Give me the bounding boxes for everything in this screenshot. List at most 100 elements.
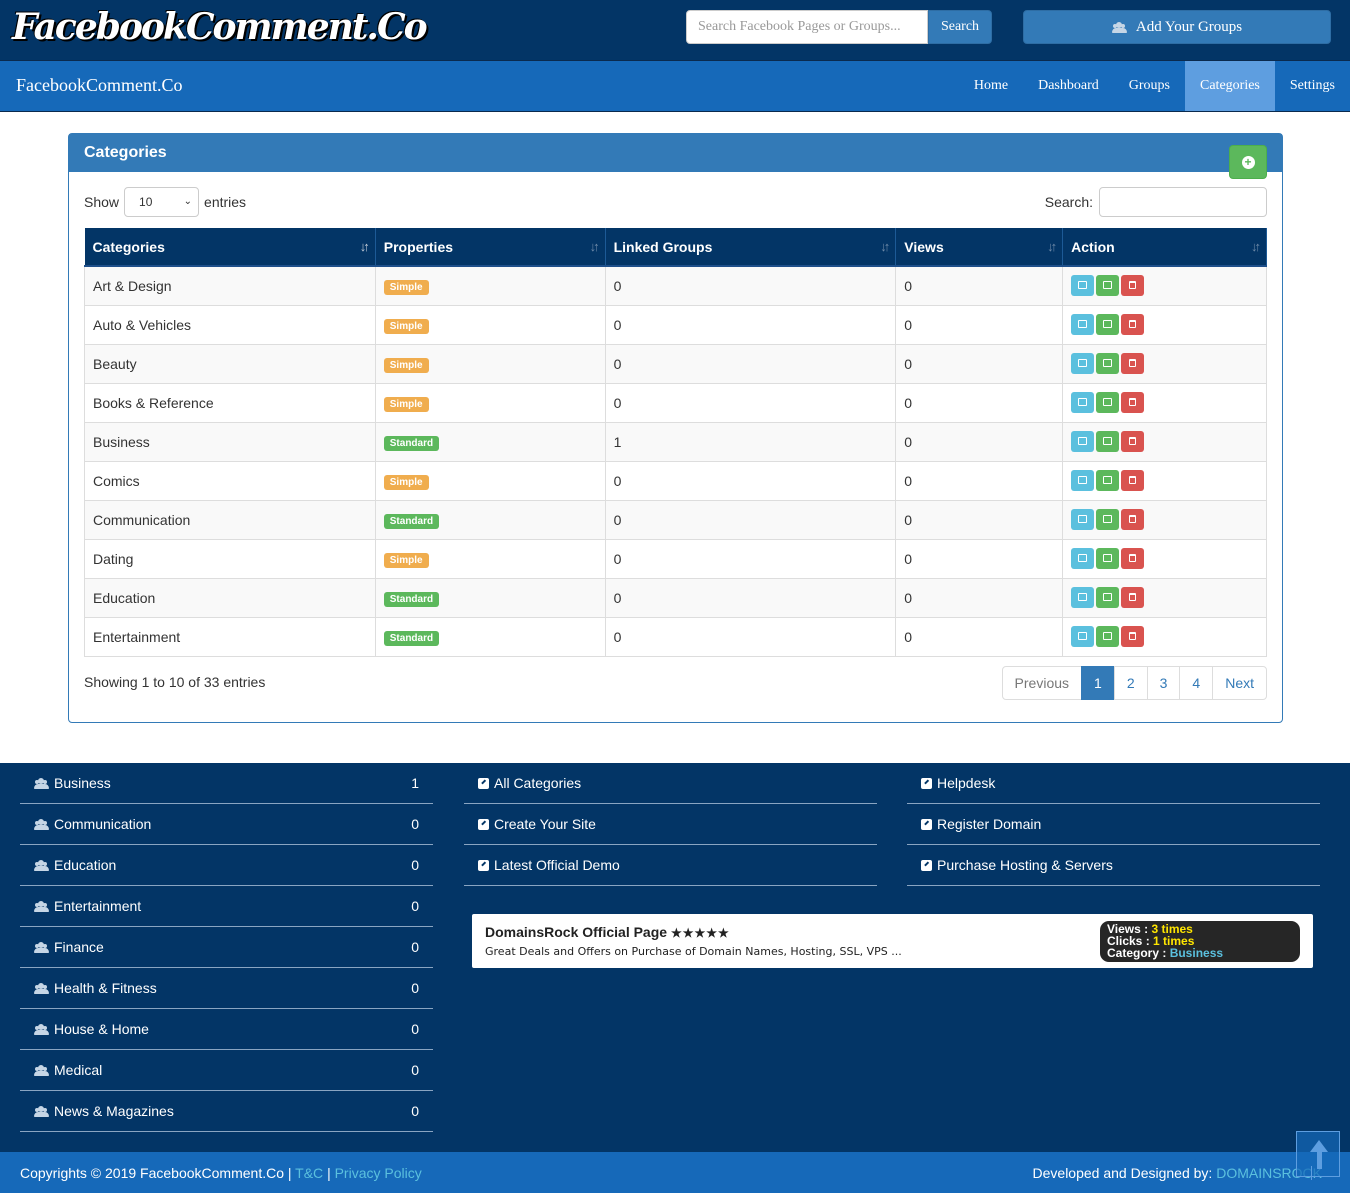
footer-group-item[interactable]: Health & Fitness 0 — [20, 968, 433, 1009]
delete-button[interactable] — [1121, 392, 1145, 413]
view-button[interactable] — [1071, 587, 1095, 608]
edit-button[interactable] — [1096, 353, 1120, 374]
scroll-to-top-icon[interactable] — [1296, 1131, 1340, 1177]
nav-dashboard[interactable]: Dashboard — [1023, 61, 1114, 111]
linked-groups: 0 — [604, 304, 897, 345]
tc-link[interactable]: T&C — [295, 1165, 323, 1181]
footer-group-item[interactable]: Entertainment 0 — [20, 886, 433, 927]
view-button[interactable] — [1071, 626, 1095, 647]
footer-link[interactable]: Latest Official Demo — [464, 845, 877, 886]
table-row: Art & Design Simple 0 0 — [84, 265, 1267, 306]
footer-link[interactable]: Create Your Site — [464, 804, 877, 845]
edit-button[interactable] — [1096, 314, 1120, 335]
delete-button[interactable] — [1121, 509, 1145, 530]
folder-open-icon — [1078, 515, 1088, 523]
page-3[interactable]: 3 — [1146, 666, 1181, 700]
column-header-views[interactable]: Views ↓↑ — [895, 228, 1064, 267]
row-actions — [1062, 343, 1267, 384]
delete-button[interactable] — [1121, 431, 1145, 452]
view-button[interactable] — [1071, 275, 1095, 297]
edit-button[interactable] — [1096, 509, 1120, 530]
navbar-brand[interactable]: FacebookComment.Co — [16, 75, 182, 96]
footer-group-item[interactable]: Communication 0 — [20, 804, 433, 845]
users-icon — [34, 1064, 49, 1076]
footer-group-item[interactable]: Medical 0 — [20, 1050, 433, 1091]
delete-button[interactable] — [1121, 626, 1145, 647]
featured-page-card[interactable]: DomainsRock Official Page ★★★★★ Great De… — [472, 914, 1313, 968]
page-previous[interactable]: Previous — [1001, 666, 1083, 700]
footer-link[interactable]: All Categories — [464, 763, 877, 804]
page-next[interactable]: Next — [1212, 666, 1267, 700]
view-button[interactable] — [1071, 548, 1095, 569]
table-header-row: Categories ↓↑ Properties ↓↑ Linked Groups ↓↑ V… — [84, 228, 1267, 267]
footer-group-item[interactable]: Education 0 — [20, 845, 433, 886]
footer-group-item[interactable]: News & Magazines 0 — [20, 1091, 433, 1132]
group-count: 0 — [411, 857, 419, 873]
footer-group-item[interactable]: Business 1 — [20, 763, 433, 804]
nav-groups[interactable]: Groups — [1114, 61, 1185, 111]
column-header-linked-groups[interactable]: Linked Groups ↓↑ — [605, 228, 897, 267]
footer-link[interactable]: Register Domain — [907, 804, 1320, 845]
column-header-categories[interactable]: Categories ↓↑ — [84, 228, 376, 267]
footer-group-item[interactable]: Finance 0 — [20, 927, 433, 968]
nav-settings[interactable]: Settings — [1275, 61, 1350, 111]
view-button[interactable] — [1071, 392, 1095, 413]
column-header-action[interactable]: Action ↓↑ — [1062, 228, 1267, 267]
view-button[interactable] — [1071, 431, 1095, 452]
category-properties: Standard — [374, 577, 606, 618]
row-actions — [1062, 304, 1267, 345]
delete-button[interactable] — [1121, 275, 1145, 297]
search-button[interactable]: Search — [928, 10, 992, 44]
edit-button[interactable] — [1096, 587, 1120, 608]
category-properties: Simple — [374, 538, 606, 579]
card-stats: Views : 3 times Clicks : 1 times Categor… — [1100, 921, 1300, 962]
site-logo[interactable]: FacebookComment.Co — [12, 6, 428, 48]
page-1[interactable]: 1 — [1081, 666, 1115, 700]
edit-button[interactable] — [1096, 626, 1120, 647]
page-4[interactable]: 4 — [1179, 666, 1214, 700]
views: 0 — [895, 577, 1064, 618]
delete-button[interactable] — [1121, 314, 1145, 335]
delete-button[interactable] — [1121, 587, 1145, 608]
add-your-groups-button[interactable]: Add Your Groups — [1023, 10, 1331, 44]
footer-link[interactable]: Purchase Hosting & Servers — [907, 845, 1320, 886]
delete-button[interactable] — [1121, 548, 1145, 569]
entries-select[interactable]: 10 ⌄ — [124, 187, 200, 217]
column-header-properties[interactable]: Properties ↓↑ — [375, 228, 606, 267]
copyright: Copyrights © 2019 FacebookComment.Co | T… — [20, 1165, 422, 1181]
users-icon — [34, 818, 49, 830]
views: 0 — [895, 421, 1064, 462]
group-name: Health & Fitness — [54, 980, 157, 996]
group-name: Business — [54, 775, 111, 791]
view-button[interactable] — [1071, 314, 1095, 335]
linked-groups: 0 — [604, 460, 897, 501]
dev-label: Developed and Designed by: — [1032, 1165, 1213, 1181]
delete-button[interactable] — [1121, 470, 1145, 491]
table-search-input[interactable] — [1099, 187, 1267, 217]
table-row: Education Standard 0 0 — [84, 577, 1267, 618]
view-button[interactable] — [1071, 353, 1095, 374]
footer-link[interactable]: Helpdesk — [907, 763, 1320, 804]
edit-button[interactable] — [1096, 470, 1120, 491]
show-label: Show — [84, 194, 120, 210]
search-input[interactable] — [686, 10, 928, 44]
bottom-bar: Copyrights © 2019 FacebookComment.Co | T… — [0, 1152, 1350, 1193]
group-name: Entertainment — [54, 898, 142, 914]
table-row: Business Standard 1 0 — [84, 421, 1267, 462]
views: 0 — [895, 304, 1064, 345]
view-button[interactable] — [1071, 509, 1095, 530]
page-2[interactable]: 2 — [1113, 666, 1148, 700]
edit-button[interactable] — [1096, 548, 1120, 569]
edit-button[interactable] — [1096, 275, 1120, 297]
footer-group-item[interactable]: House & Home 0 — [20, 1009, 433, 1050]
delete-button[interactable] — [1121, 353, 1145, 374]
privacy-link[interactable]: Privacy Policy — [335, 1165, 422, 1181]
edit-button[interactable] — [1096, 431, 1120, 452]
property-badge: Simple — [383, 318, 429, 334]
nav-categories[interactable]: Categories — [1185, 61, 1275, 111]
nav-home[interactable]: Home — [959, 61, 1023, 111]
edit-button[interactable] — [1096, 392, 1120, 413]
column-header-label: Linked Groups — [613, 238, 713, 255]
add-category-button[interactable]: + — [1229, 145, 1267, 179]
view-button[interactable] — [1071, 470, 1095, 491]
